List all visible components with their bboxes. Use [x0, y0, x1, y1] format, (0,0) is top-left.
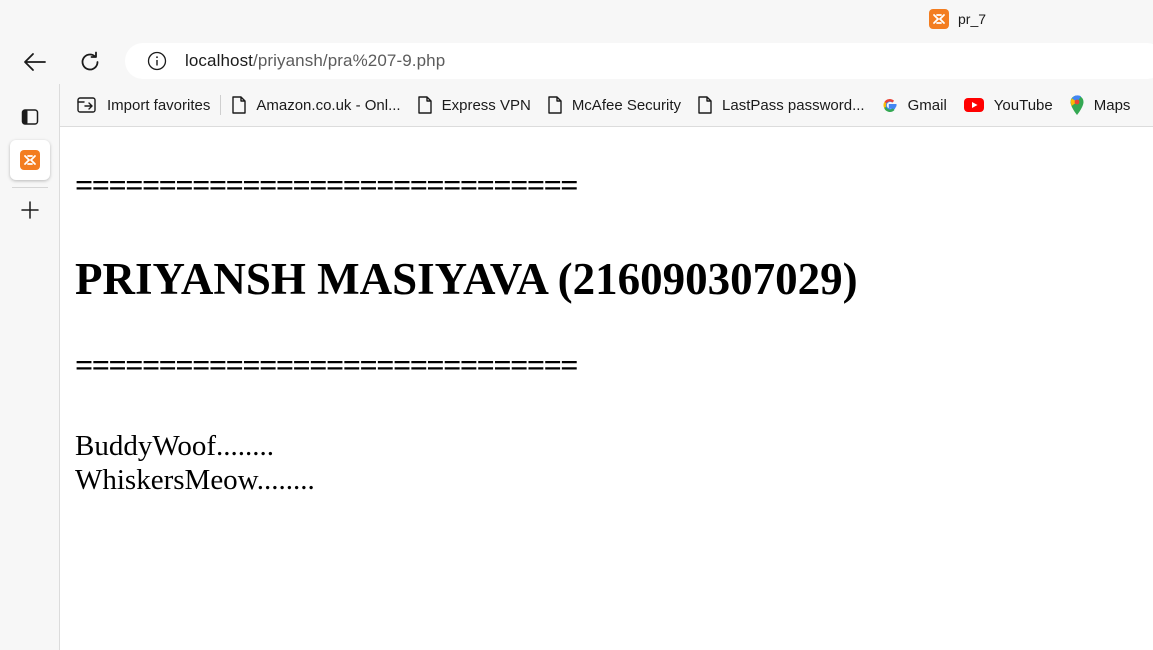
separator-line-top: ==============================	[75, 167, 579, 203]
output-line-buddy: BuddyWoof........	[75, 430, 275, 462]
maps-icon	[1070, 95, 1084, 115]
favorite-label: LastPass password...	[722, 96, 865, 114]
favorite-mcafee[interactable]: McAfee Security	[541, 90, 687, 120]
url-host: localhost	[185, 51, 253, 70]
xampp-icon	[20, 150, 40, 170]
import-icon	[77, 97, 96, 113]
info-icon[interactable]	[147, 51, 167, 71]
back-arrow-icon	[24, 53, 46, 71]
favorite-label: McAfee Security	[571, 96, 682, 114]
output-line-whiskers: WhiskersMeow........	[75, 464, 315, 496]
favorite-express-vpn[interactable]: Express VPN	[411, 90, 537, 120]
page-heading: PRIYANSH MASIYAVA (216090307029)	[75, 254, 858, 304]
refresh-button[interactable]	[72, 44, 108, 80]
refresh-icon	[81, 51, 99, 71]
url-path: /priyansh/pra%207-9.php	[253, 51, 446, 70]
favorite-label: Amazon.co.uk - Onl...	[256, 96, 401, 114]
page-icon	[548, 96, 562, 114]
favorite-label: Maps	[1093, 96, 1131, 114]
separator-line-bottom: ==============================	[75, 347, 579, 383]
favorites-bar: Import favorites Amazon.co.uk - Onl... E…	[60, 84, 1153, 127]
favorite-amazon[interactable]: Amazon.co.uk - Onl...	[225, 90, 406, 120]
toolbar: localhost/priyansh/pra%207-9.php	[0, 40, 1153, 84]
favorite-label: Import favorites	[107, 96, 211, 114]
favorite-label: Gmail	[907, 96, 947, 114]
tab-actions-icon	[21, 109, 39, 125]
address-bar[interactable]: localhost/priyansh/pra%207-9.php	[125, 43, 1153, 79]
new-tab-plus-icon	[21, 201, 39, 219]
title-bar: pr_7	[0, 0, 1153, 40]
favorite-maps[interactable]: Maps	[1063, 90, 1137, 120]
vertical-tabs-sidebar	[0, 84, 60, 650]
favorite-label: YouTube	[993, 96, 1053, 114]
xampp-icon	[929, 9, 949, 29]
favorite-youtube[interactable]: YouTube	[957, 90, 1059, 120]
url-text[interactable]: localhost/priyansh/pra%207-9.php	[185, 51, 445, 71]
favorites-separator	[220, 95, 222, 115]
page-icon	[417, 96, 432, 114]
youtube-icon	[963, 98, 984, 112]
page-content: ============================== PRIYANSH …	[60, 127, 1153, 650]
tab-pr-7[interactable]: pr_7	[929, 8, 986, 30]
back-button[interactable]	[17, 44, 53, 80]
page-icon	[232, 96, 247, 114]
favorite-gmail[interactable]: Gmail	[875, 90, 953, 120]
tab-title: pr_7	[958, 11, 987, 27]
favorite-label: Express VPN	[441, 96, 531, 114]
tab-actions-button[interactable]	[10, 97, 50, 137]
favorite-lastpass[interactable]: LastPass password...	[691, 90, 871, 120]
google-icon	[883, 99, 897, 112]
sidebar-divider	[12, 187, 48, 188]
favorite-import-favorites[interactable]: Import favorites	[70, 90, 216, 120]
new-tab-button[interactable]	[10, 190, 50, 230]
page-icon	[698, 96, 712, 114]
vertical-tab-pr-7[interactable]	[10, 140, 50, 180]
